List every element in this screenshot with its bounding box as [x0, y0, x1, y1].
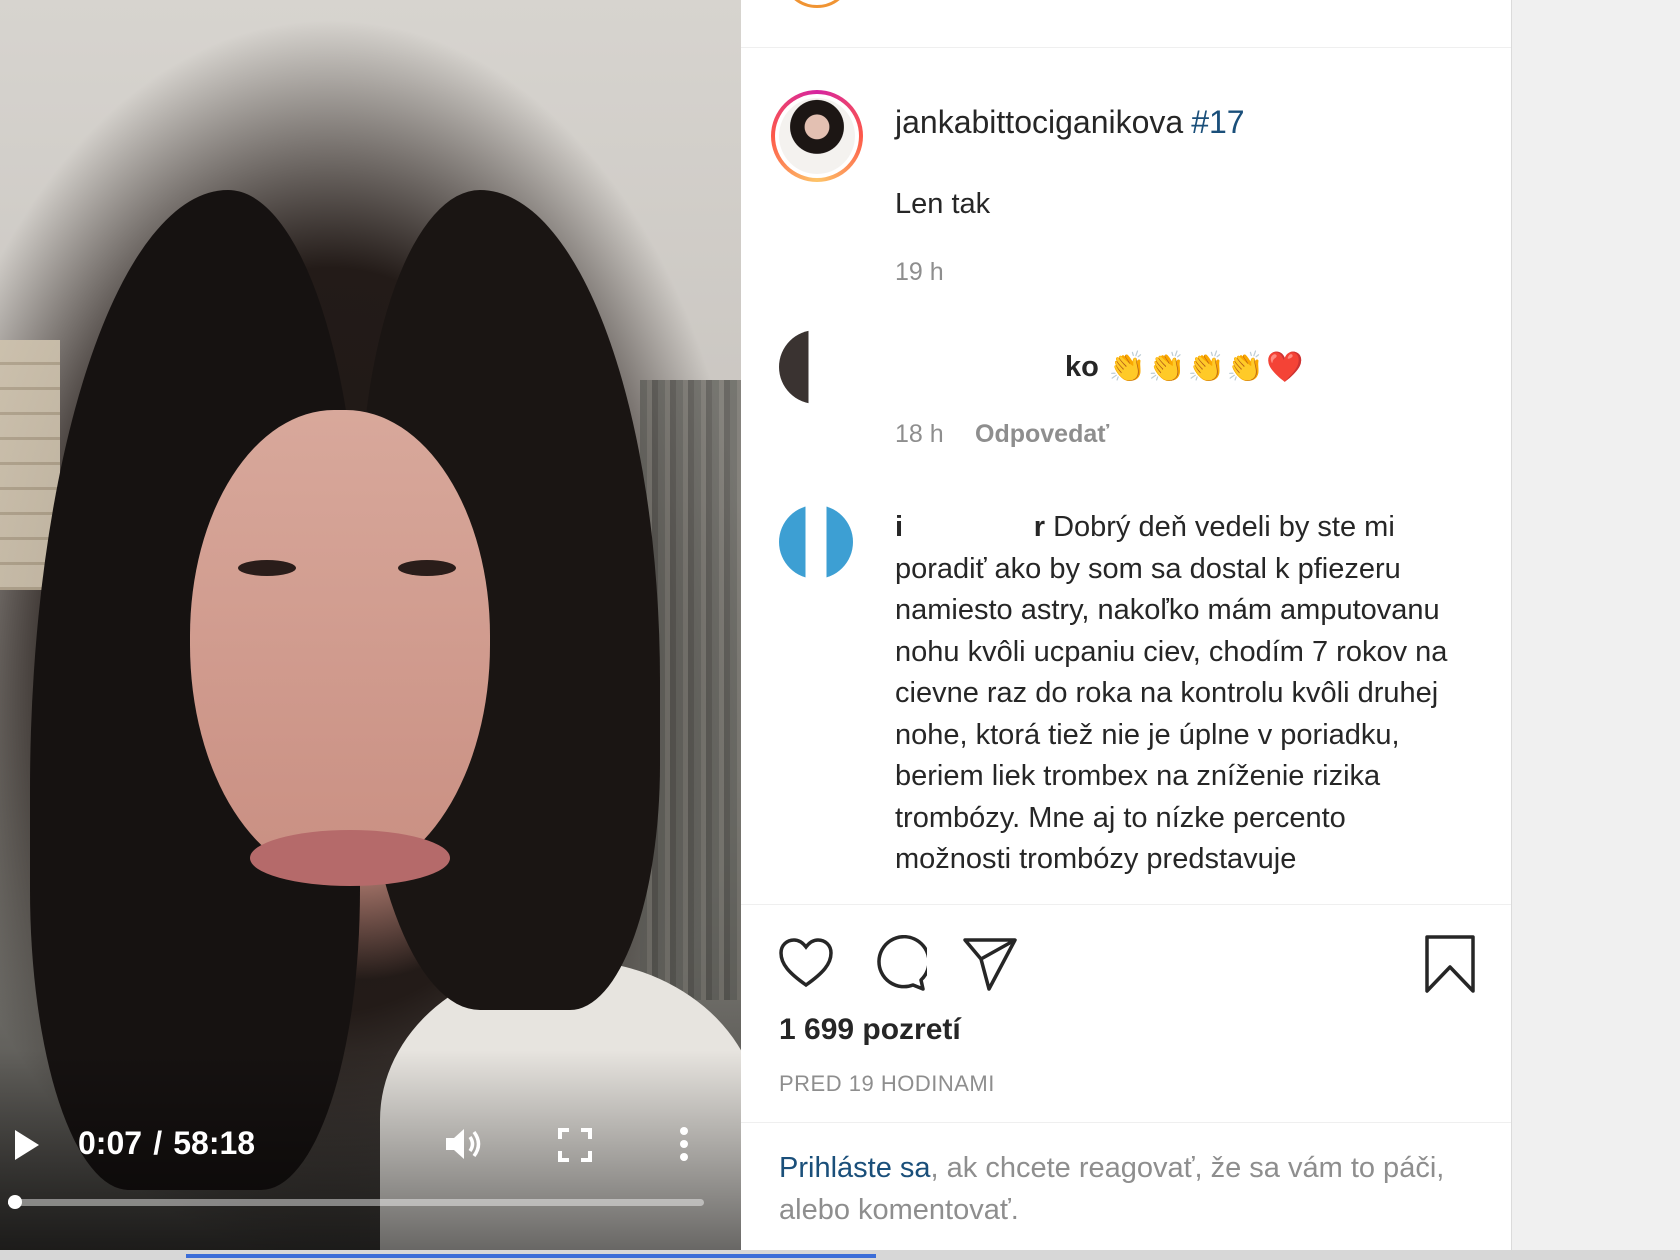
time-separator: / — [153, 1125, 163, 1161]
hashtag-link[interactable]: #17 — [1191, 104, 1244, 140]
video-subject-mouth — [250, 830, 450, 886]
like-button[interactable] — [777, 935, 835, 993]
video-time: 0:07 / 58:18 — [78, 1124, 255, 1162]
video-subject-face — [190, 410, 490, 880]
comment-icon — [877, 934, 931, 991]
comment-username[interactable]: ir — [895, 507, 1045, 549]
more-options-button[interactable] — [676, 1126, 692, 1162]
volume-icon — [446, 1129, 481, 1159]
login-link[interactable]: Prihláste sa — [779, 1152, 931, 1184]
comment-button[interactable] — [869, 934, 931, 993]
post-caption: Len tak — [895, 188, 991, 220]
post-actions: 1 699 pozretí PRED 19 HODINAMI — [741, 904, 1511, 1124]
bookmark-icon — [1425, 935, 1475, 993]
progress-scrubber[interactable] — [7, 1195, 22, 1209]
reply-button[interactable]: Odpovedať — [975, 420, 1109, 449]
send-icon — [963, 938, 1017, 991]
heart-icon — [779, 938, 833, 988]
author-avatar[interactable] — [771, 90, 863, 182]
author-username[interactable]: jankabittociganikova — [895, 104, 1183, 140]
author-avatar-image — [779, 98, 855, 174]
post-header-strip — [741, 0, 1511, 48]
comment-item: ir Dobrý deň vedeli by ste mi poradiť ak… — [895, 507, 1455, 897]
video-subject-eye — [238, 560, 296, 576]
play-icon — [15, 1130, 39, 1160]
share-button[interactable] — [961, 935, 1019, 993]
video-player[interactable]: 0:07 / 58:18 — [0, 0, 741, 1250]
time-total: 58:18 — [173, 1125, 256, 1161]
fullscreen-button[interactable] — [558, 1128, 592, 1162]
save-button[interactable] — [1421, 935, 1479, 993]
video-progress-bar[interactable] — [7, 1195, 704, 1209]
page-background — [1512, 0, 1680, 1250]
commenter-avatar[interactable] — [779, 330, 853, 404]
redacted-username — [895, 350, 1065, 385]
comment-time: 18 h — [895, 420, 944, 448]
post-author-line: jankabittociganikova #17 — [895, 104, 1245, 141]
header-avatar-ring — [781, 0, 853, 8]
username-start: i — [895, 511, 904, 543]
post-sidebar: jankabittociganikova #17 Len tak 19 h ko … — [741, 0, 1512, 1250]
login-prompt-text: Prihláste sa, ak chcete reagovať, že sa … — [779, 1147, 1459, 1231]
username-end: r — [1033, 511, 1045, 543]
volume-button[interactable] — [444, 1126, 484, 1162]
commenter-avatar[interactable] — [779, 505, 853, 579]
more-vertical-icon — [680, 1127, 688, 1161]
window-bottom-edge — [0, 1250, 1680, 1260]
login-prompt: Prihláste sa, ak chcete reagovať, že sa … — [741, 1122, 1511, 1250]
post-time: 19 h — [895, 258, 944, 286]
window-accent-bar — [186, 1254, 876, 1258]
view-count[interactable]: 1 699 pozretí — [779, 1013, 961, 1047]
comment-text: 👏👏👏👏❤️ — [1108, 351, 1306, 384]
fullscreen-icon — [558, 1128, 592, 1162]
video-subject-eye — [398, 560, 456, 576]
comment-username[interactable]: ko — [1065, 351, 1099, 384]
comment-item: ko 👏👏👏👏❤️ — [895, 350, 1306, 385]
comment-text: Dobrý deň vedeli by ste mi poradiť ako b… — [895, 511, 1448, 875]
post-date: PRED 19 HODINAMI — [779, 1071, 995, 1096]
play-button[interactable] — [12, 1128, 42, 1162]
time-current: 0:07 — [78, 1125, 143, 1161]
